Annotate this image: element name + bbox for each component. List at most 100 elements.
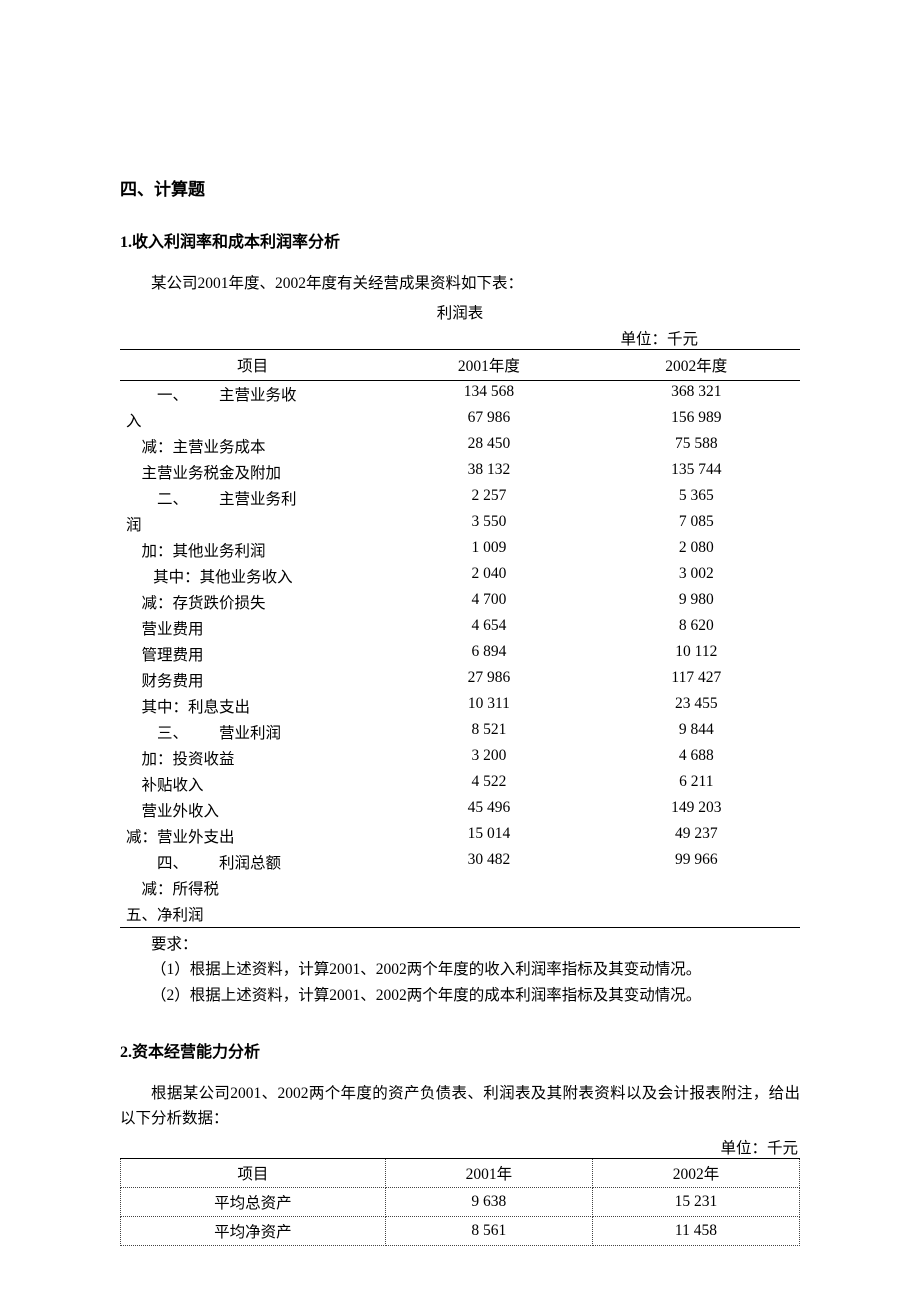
- cell-item: 减：存货跌价损失: [120, 589, 385, 615]
- q2-unit: 单位：千元: [120, 1136, 798, 1158]
- table-row: 加：其他业务利润1 0092 080: [120, 537, 800, 563]
- cell-item: 减：所得税: [120, 875, 385, 901]
- cell-item: 减：主营业务成本: [120, 433, 385, 459]
- cell-item: 主营业务税金及附加: [120, 459, 385, 485]
- table-row: 营业费用4 6548 620: [120, 615, 800, 641]
- table-row: 其中：其他业务收入2 0403 002: [120, 563, 800, 589]
- table-row: 财务费用27 986117 427: [120, 667, 800, 693]
- cell-2002: 9 980: [593, 589, 800, 615]
- cell-2002: 156 989: [593, 407, 800, 433]
- table-row: 减：存货跌价损失4 7009 980: [120, 589, 800, 615]
- cell-2001: 3 550: [385, 511, 592, 537]
- q2-title: 2.资本经营能力分析: [120, 1038, 800, 1062]
- cell-2001: [385, 875, 592, 901]
- table-row: 四、 利润总额30 48299 966: [120, 849, 800, 875]
- cell-2001: 1 009: [385, 537, 592, 563]
- profit-table-body: 一、 主营业务收134 568368 321入67 986156 989 减：主…: [120, 380, 800, 927]
- cell-2001: 2 257: [385, 485, 592, 511]
- cell-2002: 6 211: [593, 771, 800, 797]
- cell-2001: 4 522: [385, 771, 592, 797]
- cell-2001: 27 986: [385, 667, 592, 693]
- q1-table-title: 利润表: [120, 301, 800, 323]
- cell-item: 营业外收入: [120, 797, 385, 823]
- cell-item: 其中：其他业务收入: [120, 563, 385, 589]
- req-2: （2）根据上述资料，计算2001、2002两个年度的成本利润率指标及其变动情况。: [120, 983, 800, 1009]
- cell-item: 三、 营业利润: [120, 719, 385, 745]
- cell-item: 管理费用: [120, 641, 385, 667]
- table-row: 减：营业外支出15 01449 237: [120, 823, 800, 849]
- req-1: （1）根据上述资料，计算2001、2002两个年度的收入利润率指标及其变动情况。: [120, 957, 800, 983]
- table-header-row: 项目 2001年度 2002年度: [120, 349, 800, 380]
- cell-2002: 7 085: [593, 511, 800, 537]
- cell-item: 五、净利润: [120, 901, 385, 928]
- cell-2002: 23 455: [593, 693, 800, 719]
- cell-2001: 8 561: [385, 1217, 592, 1246]
- table-row: 减：所得税: [120, 875, 800, 901]
- q1-unit: 单位：千元: [120, 327, 798, 349]
- cell-item: 一、 主营业务收: [120, 380, 385, 407]
- table-row: 减：主营业务成本28 45075 588: [120, 433, 800, 459]
- req-label: 要求：: [120, 932, 800, 958]
- cell-2002: 149 203: [593, 797, 800, 823]
- cell-2002: 75 588: [593, 433, 800, 459]
- col-header-item: 项目: [121, 1159, 386, 1188]
- cell-item: 财务费用: [120, 667, 385, 693]
- cell-2001: 134 568: [385, 380, 592, 407]
- table-row: 主营业务税金及附加38 132135 744: [120, 459, 800, 485]
- cell-2001: [385, 901, 592, 928]
- assets-table: 项目 2001年 2002年 平均总资产9 63815 231平均净资产8 56…: [120, 1158, 800, 1246]
- col-header-item: 项目: [120, 349, 385, 380]
- cell-item: 减：营业外支出: [120, 823, 385, 849]
- cell-2001: 4 700: [385, 589, 592, 615]
- cell-2002: [593, 875, 800, 901]
- cell-2002: 135 744: [593, 459, 800, 485]
- cell-item: 四、 利润总额: [120, 849, 385, 875]
- table-row: 加：投资收益3 2004 688: [120, 745, 800, 771]
- profit-table: 项目 2001年度 2002年度 一、 主营业务收134 568368 321入…: [120, 349, 800, 928]
- cell-2001: 6 894: [385, 641, 592, 667]
- table-row: 润3 5507 085: [120, 511, 800, 537]
- col-header-2001: 2001年度: [385, 349, 592, 380]
- cell-item: 二、 主营业务利: [120, 485, 385, 511]
- cell-item: 润: [120, 511, 385, 537]
- cell-2001: 9 638: [385, 1188, 592, 1217]
- cell-2002: 15 231: [592, 1188, 799, 1217]
- cell-2001: 2 040: [385, 563, 592, 589]
- table-row: 入67 986156 989: [120, 407, 800, 433]
- cell-2001: 4 654: [385, 615, 592, 641]
- cell-2002: 49 237: [593, 823, 800, 849]
- cell-2001: 8 521: [385, 719, 592, 745]
- q1-title: 1.收入利润率和成本利润率分析: [120, 228, 800, 252]
- cell-item: 营业费用: [120, 615, 385, 641]
- cell-item: 入: [120, 407, 385, 433]
- col-header-2002: 2002年度: [593, 349, 800, 380]
- table-row: 三、 营业利润8 5219 844: [120, 719, 800, 745]
- cell-2002: 117 427: [593, 667, 800, 693]
- table-row: 平均净资产8 56111 458: [121, 1217, 800, 1246]
- cell-2002: 99 966: [593, 849, 800, 875]
- cell-2002: 10 112: [593, 641, 800, 667]
- cell-item: 其中：利息支出: [120, 693, 385, 719]
- cell-item: 加：投资收益: [120, 745, 385, 771]
- cell-2001: 3 200: [385, 745, 592, 771]
- cell-item: 加：其他业务利润: [120, 537, 385, 563]
- q2-intro: 根据某公司2001、2002两个年度的资产负债表、利润表及其附表资料以及会计报表…: [120, 1082, 800, 1132]
- table-header-row: 项目 2001年 2002年: [121, 1159, 800, 1188]
- cell-2002: 5 365: [593, 485, 800, 511]
- table-row: 一、 主营业务收134 568368 321: [120, 380, 800, 407]
- cell-2001: 30 482: [385, 849, 592, 875]
- cell-2001: 28 450: [385, 433, 592, 459]
- table-row: 补贴收入4 5226 211: [120, 771, 800, 797]
- cell-item: 平均净资产: [121, 1217, 386, 1246]
- q1-requirements: 要求： （1）根据上述资料，计算2001、2002两个年度的收入利润率指标及其变…: [120, 932, 800, 1009]
- col-header-2001: 2001年: [385, 1159, 592, 1188]
- col-header-2002: 2002年: [592, 1159, 799, 1188]
- section-heading: 四、计算题: [120, 175, 800, 200]
- table-row: 平均总资产9 63815 231: [121, 1188, 800, 1217]
- cell-2001: 10 311: [385, 693, 592, 719]
- table-row: 五、净利润: [120, 901, 800, 928]
- table-row: 营业外收入45 496149 203: [120, 797, 800, 823]
- table-row: 二、 主营业务利2 2575 365: [120, 485, 800, 511]
- profit-table-wrap: 项目 2001年度 2002年度 一、 主营业务收134 568368 321入…: [120, 349, 800, 928]
- cell-item: 平均总资产: [121, 1188, 386, 1217]
